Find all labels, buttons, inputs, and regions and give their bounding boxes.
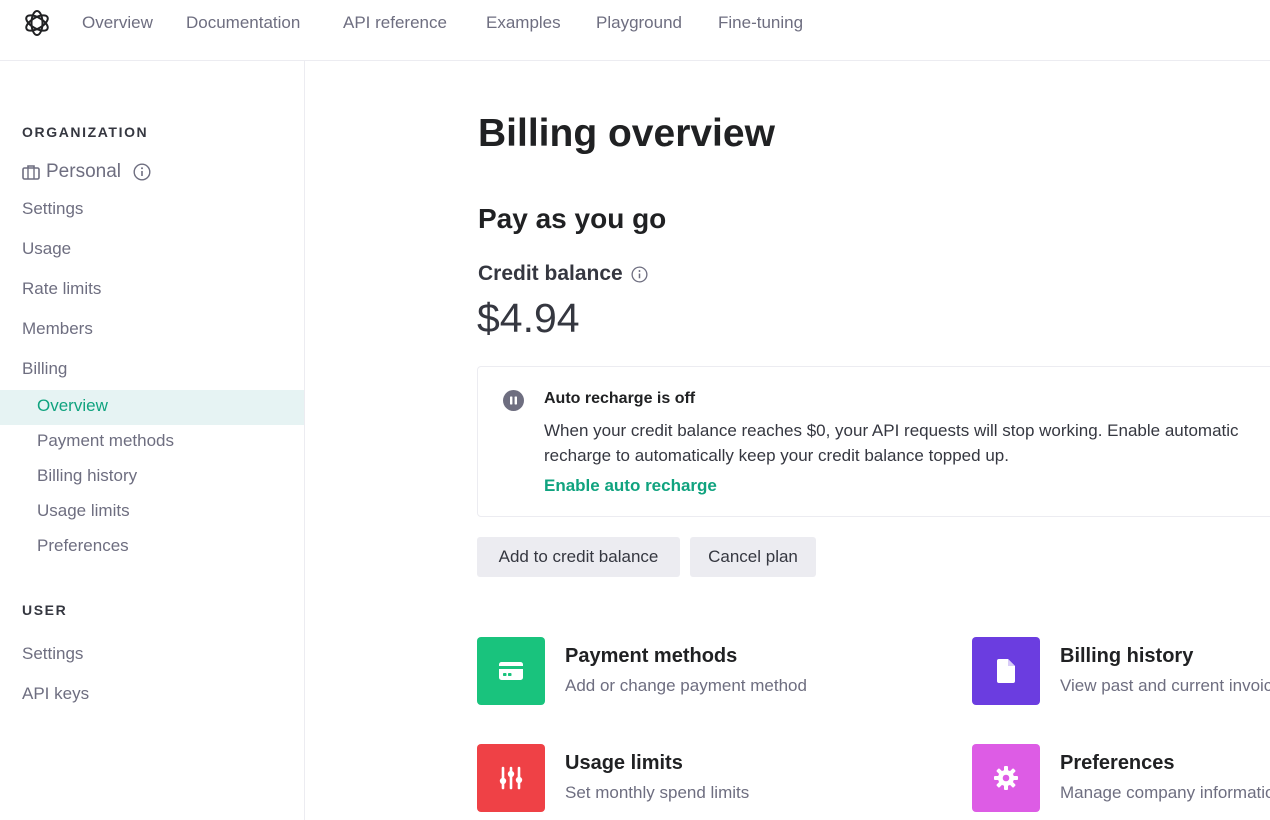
add-credit-button[interactable]: Add to credit balance — [477, 537, 680, 577]
briefcase-icon — [22, 165, 40, 180]
card-description: Manage company information — [1060, 783, 1270, 802]
nav-examples[interactable]: Examples — [486, 13, 561, 33]
card-usage-limits[interactable]: Usage limits Set monthly spend limits — [477, 744, 927, 812]
sidebar: ORGANIZATION Personal Settings Usage Rat… — [0, 61, 305, 820]
sidebar-subitem-payment-methods[interactable]: Payment methods — [37, 431, 174, 451]
auto-recharge-notice: Auto recharge is off When your credit ba… — [477, 366, 1270, 517]
sidebar-subitem-overview[interactable]: Overview — [37, 396, 108, 416]
openai-logo-icon[interactable] — [21, 7, 53, 39]
sidebar-item-usage[interactable]: Usage — [22, 239, 71, 259]
sidebar-item-api-keys[interactable]: API keys — [22, 684, 89, 704]
info-icon[interactable] — [631, 265, 648, 283]
enable-auto-recharge-link[interactable]: Enable auto recharge — [544, 476, 717, 496]
sidebar-item-settings[interactable]: Settings — [22, 199, 83, 219]
sidebar-item-billing[interactable]: Billing — [22, 359, 67, 379]
credit-balance-text: Credit balance — [478, 262, 623, 285]
organization-section-title: ORGANIZATION — [22, 124, 149, 140]
gear-icon — [972, 744, 1040, 812]
document-icon — [972, 637, 1040, 705]
pause-icon — [503, 390, 524, 411]
sliders-icon — [477, 744, 545, 812]
org-name: Personal — [46, 161, 121, 182]
org-selector[interactable]: Personal — [22, 161, 157, 183]
sidebar-item-members[interactable]: Members — [22, 319, 93, 339]
nav-overview[interactable]: Overview — [82, 13, 153, 33]
card-description: View past and current invoices — [1060, 676, 1270, 695]
plan-title: Pay as you go — [478, 203, 667, 234]
credit-balance-value: $4.94 — [477, 295, 580, 341]
top-nav: Overview Documentation API reference Exa… — [0, 0, 1270, 61]
page-title: Billing overview — [478, 112, 775, 155]
nav-api-reference[interactable]: API reference — [343, 13, 447, 33]
card-description: Add or change payment method — [565, 676, 807, 695]
nav-fine-tuning[interactable]: Fine-tuning — [718, 13, 803, 33]
credit-card-icon — [477, 637, 545, 705]
card-title: Billing history — [1060, 645, 1194, 667]
sidebar-item-user-settings[interactable]: Settings — [22, 644, 83, 664]
user-section-title: USER — [22, 602, 68, 618]
credit-balance-label: Credit balance — [478, 262, 648, 286]
card-billing-history[interactable]: Billing history View past and current in… — [972, 637, 1270, 705]
card-title: Preferences — [1060, 752, 1175, 774]
sidebar-item-rate-limits[interactable]: Rate limits — [22, 279, 101, 299]
sidebar-subitem-preferences[interactable]: Preferences — [37, 536, 129, 556]
sidebar-subitem-billing-history[interactable]: Billing history — [37, 466, 137, 486]
nav-playground[interactable]: Playground — [596, 13, 682, 33]
nav-documentation[interactable]: Documentation — [186, 13, 300, 33]
card-payment-methods[interactable]: Payment methods Add or change payment me… — [477, 637, 927, 705]
card-title: Payment methods — [565, 645, 738, 667]
card-title: Usage limits — [565, 752, 683, 774]
info-icon[interactable] — [133, 163, 151, 181]
notice-body: When your credit balance reaches $0, you… — [544, 421, 1239, 465]
sidebar-subitem-usage-limits[interactable]: Usage limits — [37, 501, 130, 521]
card-preferences[interactable]: Preferences Manage company information — [972, 744, 1270, 812]
notice-title: Auto recharge is off — [544, 390, 696, 407]
card-description: Set monthly spend limits — [565, 783, 750, 802]
cancel-plan-button[interactable]: Cancel plan — [690, 537, 816, 577]
